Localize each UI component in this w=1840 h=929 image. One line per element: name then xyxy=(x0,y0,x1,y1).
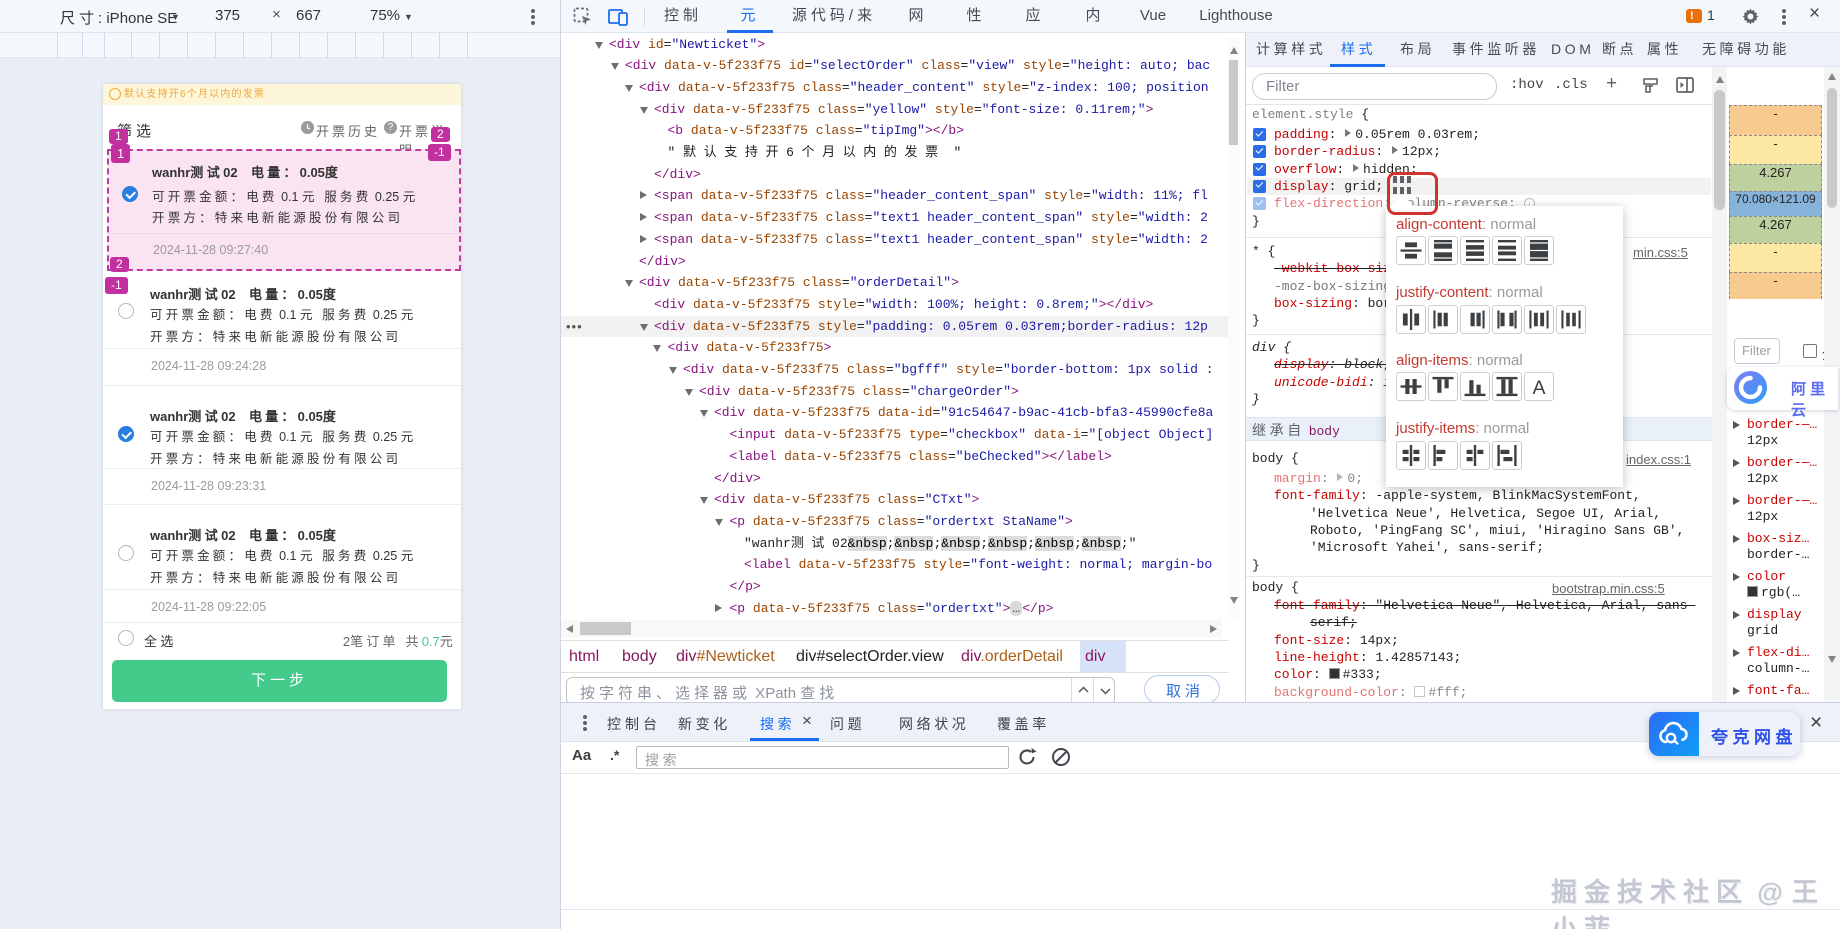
svg-text:A: A xyxy=(1532,377,1545,399)
